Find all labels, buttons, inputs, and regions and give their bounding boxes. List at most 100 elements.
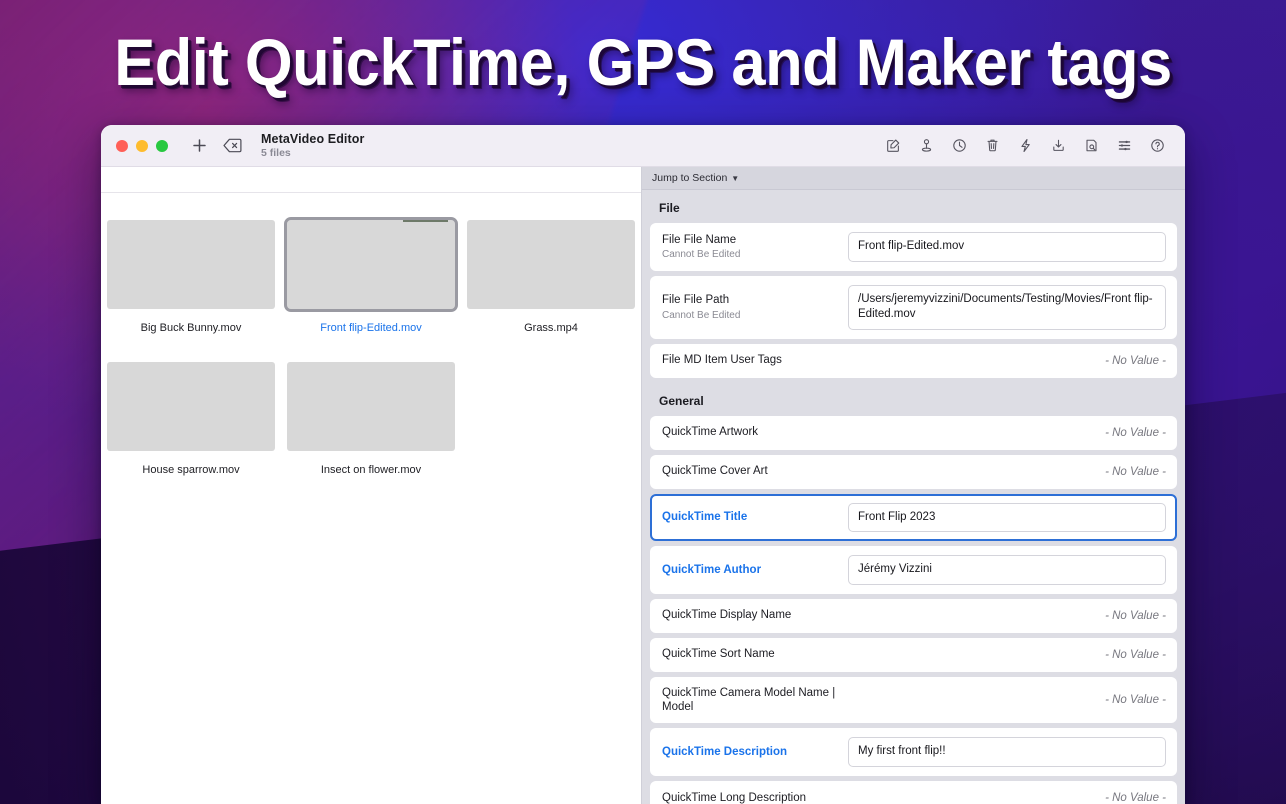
metadata-label-group: File MD Item User Tags: [662, 353, 848, 367]
document-search-icon[interactable]: [1081, 135, 1102, 156]
help-icon[interactable]: [1147, 135, 1168, 156]
metadata-section-title: General: [650, 383, 1177, 416]
thumbnail-filename: Grass.mp4: [524, 322, 578, 334]
thumbnail-image[interactable]: [107, 362, 275, 451]
metadata-row[interactable]: QuickTime Description My first front flip…: [650, 728, 1177, 776]
metadata-row[interactable]: QuickTime Artwork - No Value -: [650, 416, 1177, 450]
compose-icon[interactable]: [883, 135, 904, 156]
thumbnail-filename: House sparrow.mov: [142, 464, 239, 476]
metadata-field-label: QuickTime Description: [662, 745, 840, 759]
app-window: MetaVideo Editor 5 files: [101, 125, 1185, 804]
list-settings-icon[interactable]: [1114, 135, 1135, 156]
metadata-row[interactable]: File File Path Cannot Be Edited/Users/jer…: [650, 276, 1177, 339]
thumbnail-grid: Big Buck Bunny.mov Front flip-Edited.mov G…: [101, 193, 641, 804]
metadata-value-input[interactable]: My first front flip!!: [848, 737, 1166, 767]
metadata-row[interactable]: QuickTime Camera Model Name | Model - No …: [650, 677, 1177, 724]
thumbnail-image[interactable]: [467, 220, 635, 309]
metadata-field-label: QuickTime Display Name: [662, 608, 840, 622]
thumbnail-item[interactable]: Insect on flower.mov: [281, 362, 461, 476]
metadata-field-label: QuickTime Artwork: [662, 425, 840, 439]
metadata-label-group: File File Path Cannot Be Edited: [662, 293, 848, 320]
metadata-label-group: QuickTime Artwork: [662, 425, 848, 439]
trash-icon[interactable]: [982, 135, 1003, 156]
metadata-row[interactable]: QuickTime Title Front Flip 2023: [650, 494, 1177, 542]
thumbnail-filename: Big Buck Bunny.mov: [141, 322, 242, 334]
location-pin-icon[interactable]: [916, 135, 937, 156]
metadata-row[interactable]: File File Name Cannot Be Edited Front flip…: [650, 223, 1177, 271]
metadata-label-group: QuickTime Long Description: [662, 791, 848, 804]
metadata-field-label: File File Path: [662, 293, 840, 307]
thumbnail-filename: Front flip-Edited.mov: [320, 322, 421, 334]
window-title-block: MetaVideo Editor 5 files: [261, 132, 364, 159]
metadata-no-value-label: - No Value -: [1105, 792, 1166, 804]
metadata-label-group: File File Name Cannot Be Edited: [662, 233, 848, 260]
thumbnail-item[interactable]: Front flip-Edited.mov: [281, 220, 461, 334]
metadata-label-group: QuickTime Cover Art: [662, 464, 848, 478]
metadata-row[interactable]: QuickTime Sort Name - No Value -: [650, 638, 1177, 672]
metadata-section-title: File: [650, 190, 1177, 223]
thumbnail-item[interactable]: Grass.mp4: [461, 220, 641, 334]
metadata-label-group: QuickTime Description: [662, 745, 848, 759]
metadata-no-value-label: - No Value -: [1105, 466, 1166, 478]
metadata-list[interactable]: File File File Name Cannot Be Edited Front …: [642, 190, 1185, 804]
metadata-no-value-label: - No Value -: [1105, 355, 1166, 367]
metadata-value-input: /Users/jeremyvizzini/Documents/Testing/M…: [848, 285, 1166, 330]
metadata-label-group: QuickTime Sort Name: [662, 647, 848, 661]
metadata-value-input[interactable]: Front Flip 2023: [848, 503, 1166, 533]
metadata-field-label: QuickTime Camera Model Name | Model: [662, 686, 840, 715]
metadata-label-group: QuickTime Title: [662, 510, 848, 524]
metadata-inspector-pane: Jump to Section ▼ File File File Name Cann…: [641, 167, 1185, 804]
marketing-backdrop: Edit QuickTime, GPS and Maker tags: [0, 0, 1286, 804]
metadata-field-label: File File Name: [662, 233, 840, 247]
metadata-field-label: File MD Item User Tags: [662, 353, 840, 367]
thumbnail-item[interactable]: Big Buck Bunny.mov: [101, 220, 281, 334]
close-button[interactable]: [116, 140, 128, 152]
metadata-no-value-label: - No Value -: [1105, 427, 1166, 439]
metadata-label-group: QuickTime Camera Model Name | Model: [662, 686, 848, 715]
jump-to-section-dropdown[interactable]: Jump to Section ▼: [652, 172, 739, 184]
minimize-button[interactable]: [136, 140, 148, 152]
metadata-field-label: QuickTime Title: [662, 510, 840, 524]
download-icon[interactable]: [1048, 135, 1069, 156]
window-titlebar: MetaVideo Editor 5 files: [101, 125, 1185, 167]
add-files-button[interactable]: [188, 135, 210, 157]
chevron-down-icon: ▼: [731, 174, 739, 183]
thumbnail-image[interactable]: [287, 220, 455, 309]
file-browser-pane: Big Buck Bunny.mov Front flip-Edited.mov G…: [101, 167, 641, 804]
metadata-row[interactable]: QuickTime Cover Art - No Value -: [650, 455, 1177, 489]
banner-headline: Edit QuickTime, GPS and Maker tags: [45, 18, 1241, 106]
metadata-row[interactable]: QuickTime Long Description - No Value -: [650, 781, 1177, 804]
metadata-value-input[interactable]: Jérémy Vizzini: [848, 555, 1166, 585]
metadata-label-group: QuickTime Author: [662, 563, 848, 577]
metadata-field-label: QuickTime Author: [662, 563, 840, 577]
metadata-row[interactable]: QuickTime Author Jérémy Vizzini: [650, 546, 1177, 594]
metadata-field-label: QuickTime Long Description: [662, 791, 840, 804]
thumbnail-image[interactable]: [287, 362, 455, 451]
clock-icon[interactable]: [949, 135, 970, 156]
thumbnail-image[interactable]: [107, 220, 275, 309]
jump-to-section-bar: Jump to Section ▼: [642, 167, 1185, 190]
remove-files-button[interactable]: [220, 135, 244, 157]
maximize-button[interactable]: [156, 140, 168, 152]
thumbnail-filename: Insect on flower.mov: [321, 464, 421, 476]
metadata-row[interactable]: QuickTime Display Name - No Value -: [650, 599, 1177, 633]
metadata-no-value-label: - No Value -: [1105, 649, 1166, 661]
browser-toolbar: [101, 167, 641, 193]
window-toolbar: [883, 135, 1171, 156]
app-title: MetaVideo Editor: [261, 132, 364, 146]
metadata-no-value-label: - No Value -: [1105, 610, 1166, 622]
metadata-row[interactable]: File MD Item User Tags - No Value -: [650, 344, 1177, 378]
metadata-label-group: QuickTime Display Name: [662, 608, 848, 622]
metadata-field-sublabel: Cannot Be Edited: [662, 249, 840, 260]
metadata-value-input: Front flip-Edited.mov: [848, 232, 1166, 262]
file-count-label: 5 files: [261, 147, 364, 159]
lightning-bolt-icon[interactable]: [1015, 135, 1036, 156]
metadata-no-value-label: - No Value -: [1105, 694, 1166, 706]
metadata-field-label: QuickTime Sort Name: [662, 647, 840, 661]
thumbnail-item[interactable]: House sparrow.mov: [101, 362, 281, 476]
metadata-field-sublabel: Cannot Be Edited: [662, 310, 840, 321]
jump-to-section-label: Jump to Section: [652, 172, 727, 184]
window-body: Big Buck Bunny.mov Front flip-Edited.mov G…: [101, 167, 1185, 804]
metadata-field-label: QuickTime Cover Art: [662, 464, 840, 478]
traffic-lights: [116, 140, 168, 152]
